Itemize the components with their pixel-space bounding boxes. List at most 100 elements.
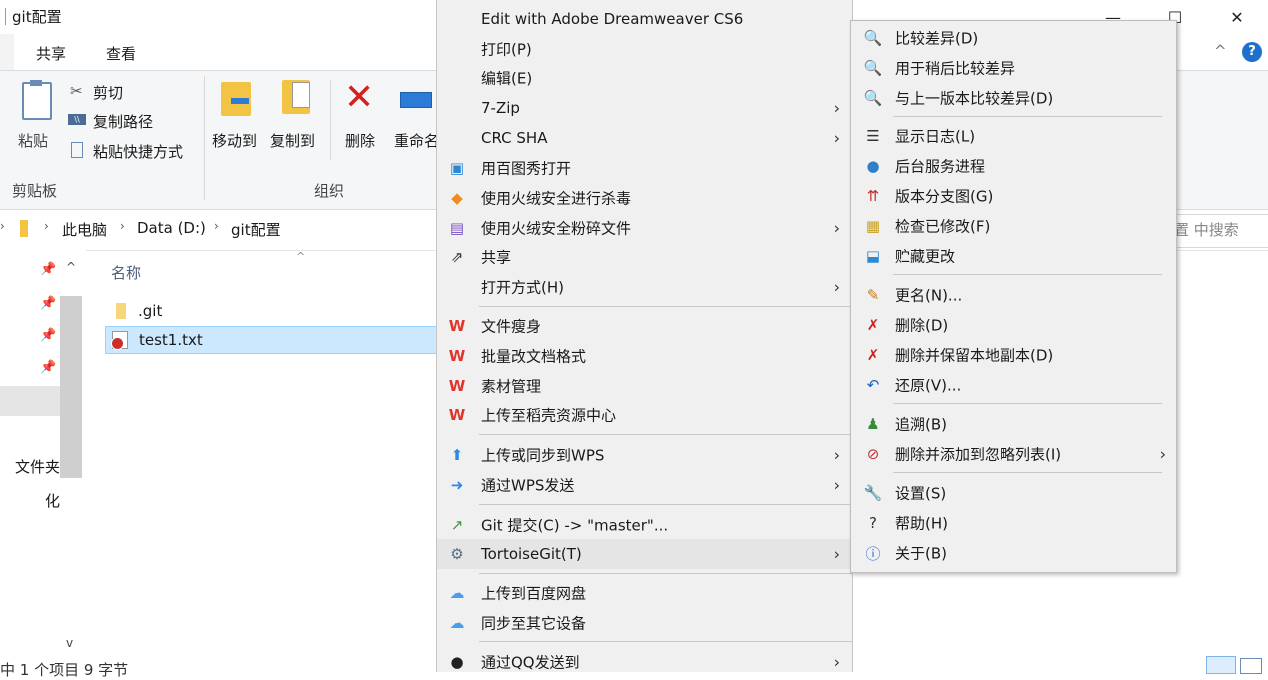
- menu-item[interactable]: ● 后台服务进程: [851, 151, 1176, 181]
- move-to-icon[interactable]: [221, 82, 251, 116]
- chevron-right-icon[interactable]: ›: [44, 219, 49, 233]
- copy-to-button[interactable]: 复制到: [270, 130, 315, 151]
- menu-item[interactable]: ⬆ 上传或同步到WPS ›: [437, 440, 852, 470]
- breadcrumb-drive[interactable]: Data (D:): [137, 219, 206, 237]
- nav-scroll-down-icon[interactable]: v: [66, 636, 73, 650]
- rename-icon[interactable]: [400, 92, 432, 108]
- menu-item[interactable]: ⊘ 删除并添加到忽略列表(I) ›: [851, 439, 1176, 469]
- menu-item[interactable]: ● 通过QQ发送到 ›: [437, 647, 852, 672]
- submenu-chevron-icon: ›: [833, 652, 840, 672]
- copy-path-icon: \\: [68, 114, 86, 125]
- menu-item[interactable]: ✎ 更名(N)...: [851, 280, 1176, 310]
- menu-item[interactable]: ▦ 检查已修改(F): [851, 211, 1176, 241]
- menu-item[interactable]: ? 帮助(H): [851, 508, 1176, 538]
- submenu-chevron-icon: ›: [1159, 444, 1166, 464]
- pin-icon[interactable]: 📌: [40, 296, 56, 311]
- menu-item[interactable]: CRC SHA ›: [437, 123, 852, 153]
- paste-button[interactable]: 粘贴: [18, 130, 48, 151]
- nav-scroll-up-icon[interactable]: ^: [66, 260, 76, 274]
- paste-icon[interactable]: [22, 80, 52, 120]
- ribbon-divider: [330, 80, 331, 160]
- menu-item[interactable]: ↶ 还原(V)...: [851, 370, 1176, 400]
- nav-scrollbar[interactable]: [60, 296, 82, 478]
- help-icon: ?: [869, 514, 877, 532]
- close-button[interactable]: ✕: [1214, 0, 1260, 34]
- menu-item[interactable]: ⬓ 贮藏更改: [851, 241, 1176, 271]
- menu-item[interactable]: ☁ 上传到百度网盘: [437, 578, 852, 608]
- menu-item[interactable]: ▤ 使用火绒安全粉碎文件 ›: [437, 213, 852, 243]
- menu-item[interactable]: Edit with Adobe Dreamweaver CS6: [437, 4, 852, 34]
- chevron-right-icon[interactable]: ›: [120, 219, 125, 233]
- menu-item[interactable]: 打印(P): [437, 34, 852, 64]
- menu-item[interactable]: ☰ 显示日志(L): [851, 121, 1176, 151]
- log-icon: ☰: [866, 127, 880, 145]
- breadcrumb-this-pc[interactable]: 此电脑: [62, 219, 107, 240]
- menu-item[interactable]: ↗ Git 提交(C) -> "master"...: [437, 510, 852, 540]
- menu-item[interactable]: ✗ 删除(D): [851, 310, 1176, 340]
- pin-icon[interactable]: 📌: [40, 262, 56, 277]
- menu-item[interactable]: 🔍 与上一版本比较差异(D): [851, 83, 1176, 113]
- menu-item[interactable]: 🔍 用于稍后比较差异: [851, 53, 1176, 83]
- menu-item-label: 用百图秀打开: [481, 159, 572, 178]
- column-header-name[interactable]: 名称: [111, 262, 141, 283]
- nav-item-partial[interactable]: 化: [0, 490, 60, 511]
- delete-x-icon[interactable]: ✕: [344, 78, 374, 118]
- menu-item[interactable]: 打开方式(H) ›: [437, 272, 852, 302]
- search-placeholder: 置 中搜索: [1174, 221, 1239, 239]
- qq-icon: ●: [450, 653, 464, 671]
- paste-shortcut-button[interactable]: 粘贴快捷方式: [93, 141, 183, 162]
- pin-icon[interactable]: 📌: [40, 360, 56, 375]
- menu-item[interactable]: ⇗ 共享: [437, 242, 852, 272]
- menu-item[interactable]: 🔍 比较差异(D): [851, 23, 1176, 53]
- nav-item-folders[interactable]: 文件夹: [0, 456, 60, 477]
- menu-item[interactable]: W 文件瘦身: [437, 311, 852, 341]
- menu-item[interactable]: ☁ 同步至其它设备: [437, 608, 852, 638]
- menu-item-label: 使用火绒安全进行杀毒: [481, 189, 632, 208]
- menu-item[interactable]: ⚙ TortoiseGit(T) ›: [437, 539, 852, 569]
- chevron-right-icon[interactable]: ›: [214, 219, 219, 233]
- menu-separator: [893, 403, 1162, 404]
- menu-item[interactable]: ➜ 通过WPS发送 ›: [437, 470, 852, 500]
- menu-item[interactable]: ▣ 用百图秀打开: [437, 153, 852, 183]
- submenu-chevron-icon: ›: [833, 475, 840, 495]
- copy-path-button[interactable]: 复制路径: [93, 111, 153, 132]
- help-icon[interactable]: ?: [1242, 42, 1262, 62]
- menu-item-label: 使用火绒安全粉碎文件: [481, 219, 632, 238]
- menu-item-label: 贮藏更改: [895, 247, 956, 266]
- menu-item-label: 共享: [481, 248, 512, 267]
- menu-item-label: 上传至稻壳资源中心: [481, 406, 617, 425]
- menu-item[interactable]: W 素材管理: [437, 371, 852, 401]
- tab-view[interactable]: 查看: [106, 43, 136, 64]
- menu-item[interactable]: W 批量改文档格式: [437, 341, 852, 371]
- delete-button[interactable]: 删除: [345, 130, 375, 151]
- menu-item-label: 还原(V)...: [895, 376, 962, 395]
- menu-item[interactable]: ⓘ 关于(B): [851, 538, 1176, 568]
- ribbon-collapse-icon[interactable]: ^: [1214, 42, 1227, 60]
- menu-item[interactable]: W 上传至稻壳资源中心: [437, 400, 852, 430]
- menu-separator: [893, 274, 1162, 275]
- pin-icon[interactable]: 📌: [40, 328, 56, 343]
- cut-button[interactable]: 剪切: [93, 82, 123, 103]
- share-icon: ⇗: [450, 248, 464, 266]
- rename-button[interactable]: 重命名: [394, 130, 436, 151]
- folder-icon: [20, 220, 28, 237]
- submenu-chevron-icon: ›: [833, 277, 840, 297]
- menu-item[interactable]: 🔧 设置(S): [851, 478, 1176, 508]
- copy-to-icon[interactable]: [282, 80, 310, 114]
- tab-file-edge[interactable]: [0, 34, 14, 70]
- menu-item[interactable]: ♟ 追溯(B): [851, 409, 1176, 439]
- file-name[interactable]: .git: [138, 302, 162, 320]
- details-view-icon[interactable]: [1206, 656, 1236, 674]
- menu-item[interactable]: 7-Zip ›: [437, 93, 852, 123]
- menu-item-label: 用于稍后比较差异: [895, 59, 1016, 78]
- move-to-button[interactable]: 移动到: [212, 130, 257, 151]
- menu-item[interactable]: ✗ 删除并保留本地副本(D): [851, 340, 1176, 370]
- tab-share[interactable]: 共享: [36, 43, 66, 64]
- nav-item-selected[interactable]: [0, 386, 60, 416]
- menu-item[interactable]: 编辑(E): [437, 63, 852, 93]
- menu-item[interactable]: ◆ 使用火绒安全进行杀毒: [437, 183, 852, 213]
- menu-item[interactable]: ⇈ 版本分支图(G): [851, 181, 1176, 211]
- menu-item-label: 比较差异(D): [895, 29, 979, 48]
- breadcrumb-folder[interactable]: git配置: [231, 219, 281, 240]
- file-name[interactable]: test1.txt: [139, 331, 203, 349]
